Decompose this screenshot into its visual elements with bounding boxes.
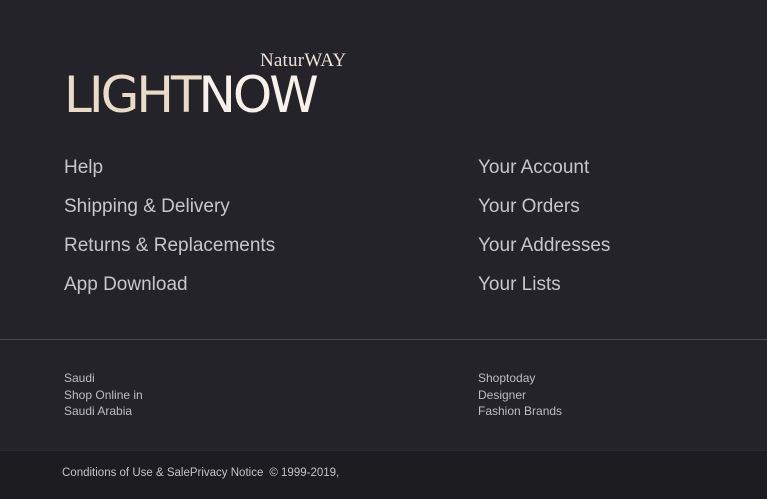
brand-main-logo: LIGHTNOW [64,66,319,124]
help-links: Help Shipping & Delivery Returns & Repla… [64,158,275,314]
brand-logo[interactable]: NaturWAY LIGHTNOW [64,48,364,128]
your-addresses-link[interactable]: Your Addresses [478,236,610,275]
returns-replacements-link[interactable]: Returns & Replacements [64,236,275,275]
footer-divider [0,339,767,340]
shipping-delivery-link[interactable]: Shipping & Delivery [64,197,275,236]
your-account-link[interactable]: Your Account [478,158,610,197]
brands-info-line: Fashion Brands [478,404,563,418]
brands-info: Shoptoday Designer Fashion Brands [478,370,562,420]
app-download-link[interactable]: App Download [64,275,275,314]
copyright-text: © 1999-2019, [269,467,340,479]
brand-logo-now: NOW [198,66,319,124]
region-info-line: Saudi [64,371,95,385]
your-orders-link[interactable]: Your Orders [478,197,610,236]
privacy-link[interactable]: Privacy Notice [190,467,264,479]
brands-info-line: Shoptoday [478,371,536,385]
brands-info-line: Designer [478,387,527,402]
brand-logo-light: LIGHT [64,66,201,124]
legal-bar: Conditions of Use & SalePrivacy Notice © … [0,450,767,499]
legal-links: Conditions of Use & SalePrivacy Notice © … [62,467,339,479]
help-link[interactable]: Help [64,158,275,197]
region-info-line: Shop Online in [64,387,143,402]
region-info: Saudi Shop Online in Saudi Arabia [64,370,143,420]
conditions-link[interactable]: Conditions of Use & Sale [62,467,190,479]
your-lists-link[interactable]: Your Lists [478,275,610,314]
account-links: Your Account Your Orders Your Addresses … [478,158,610,314]
region-info-line: Saudi Arabia [64,404,133,418]
